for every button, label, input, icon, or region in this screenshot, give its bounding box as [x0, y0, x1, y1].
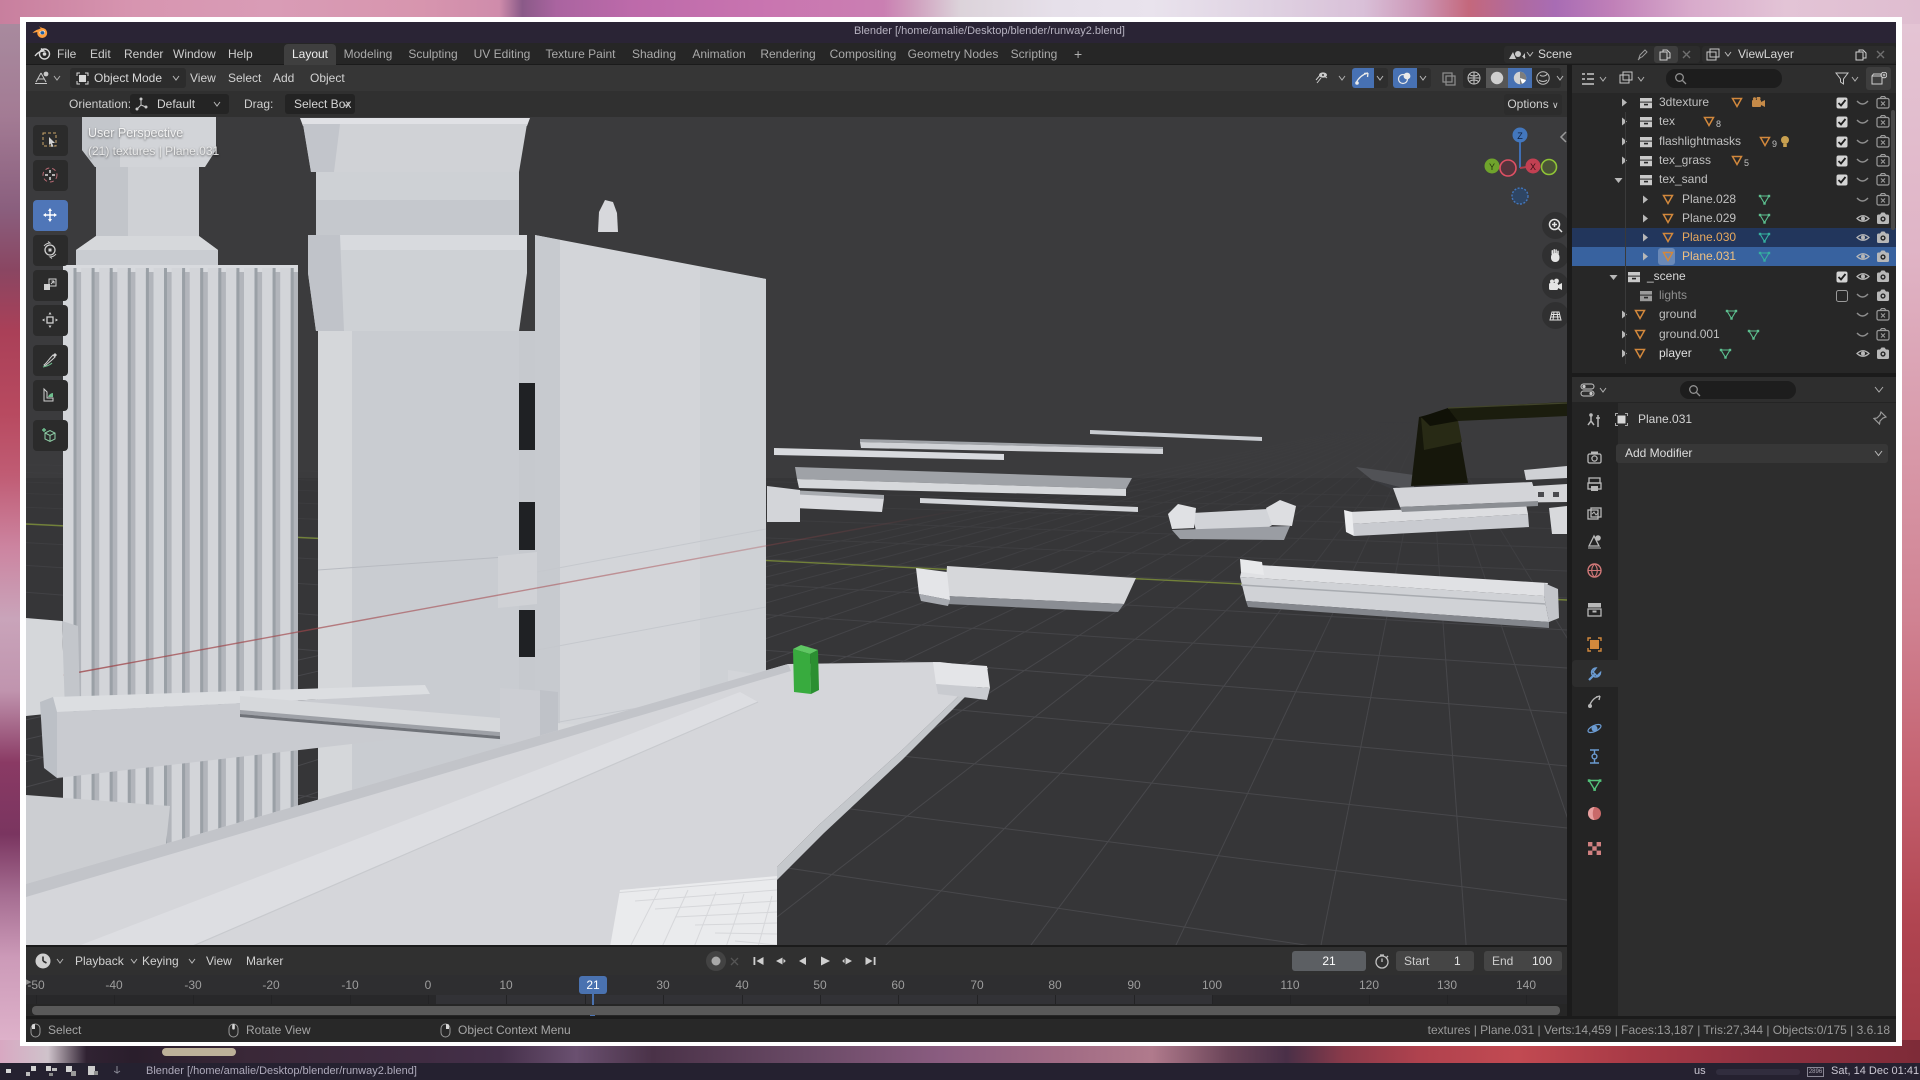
- svg-text:Z: Z: [1517, 131, 1523, 141]
- svg-text:Y: Y: [1489, 162, 1495, 172]
- svg-text:X: X: [1530, 162, 1536, 172]
